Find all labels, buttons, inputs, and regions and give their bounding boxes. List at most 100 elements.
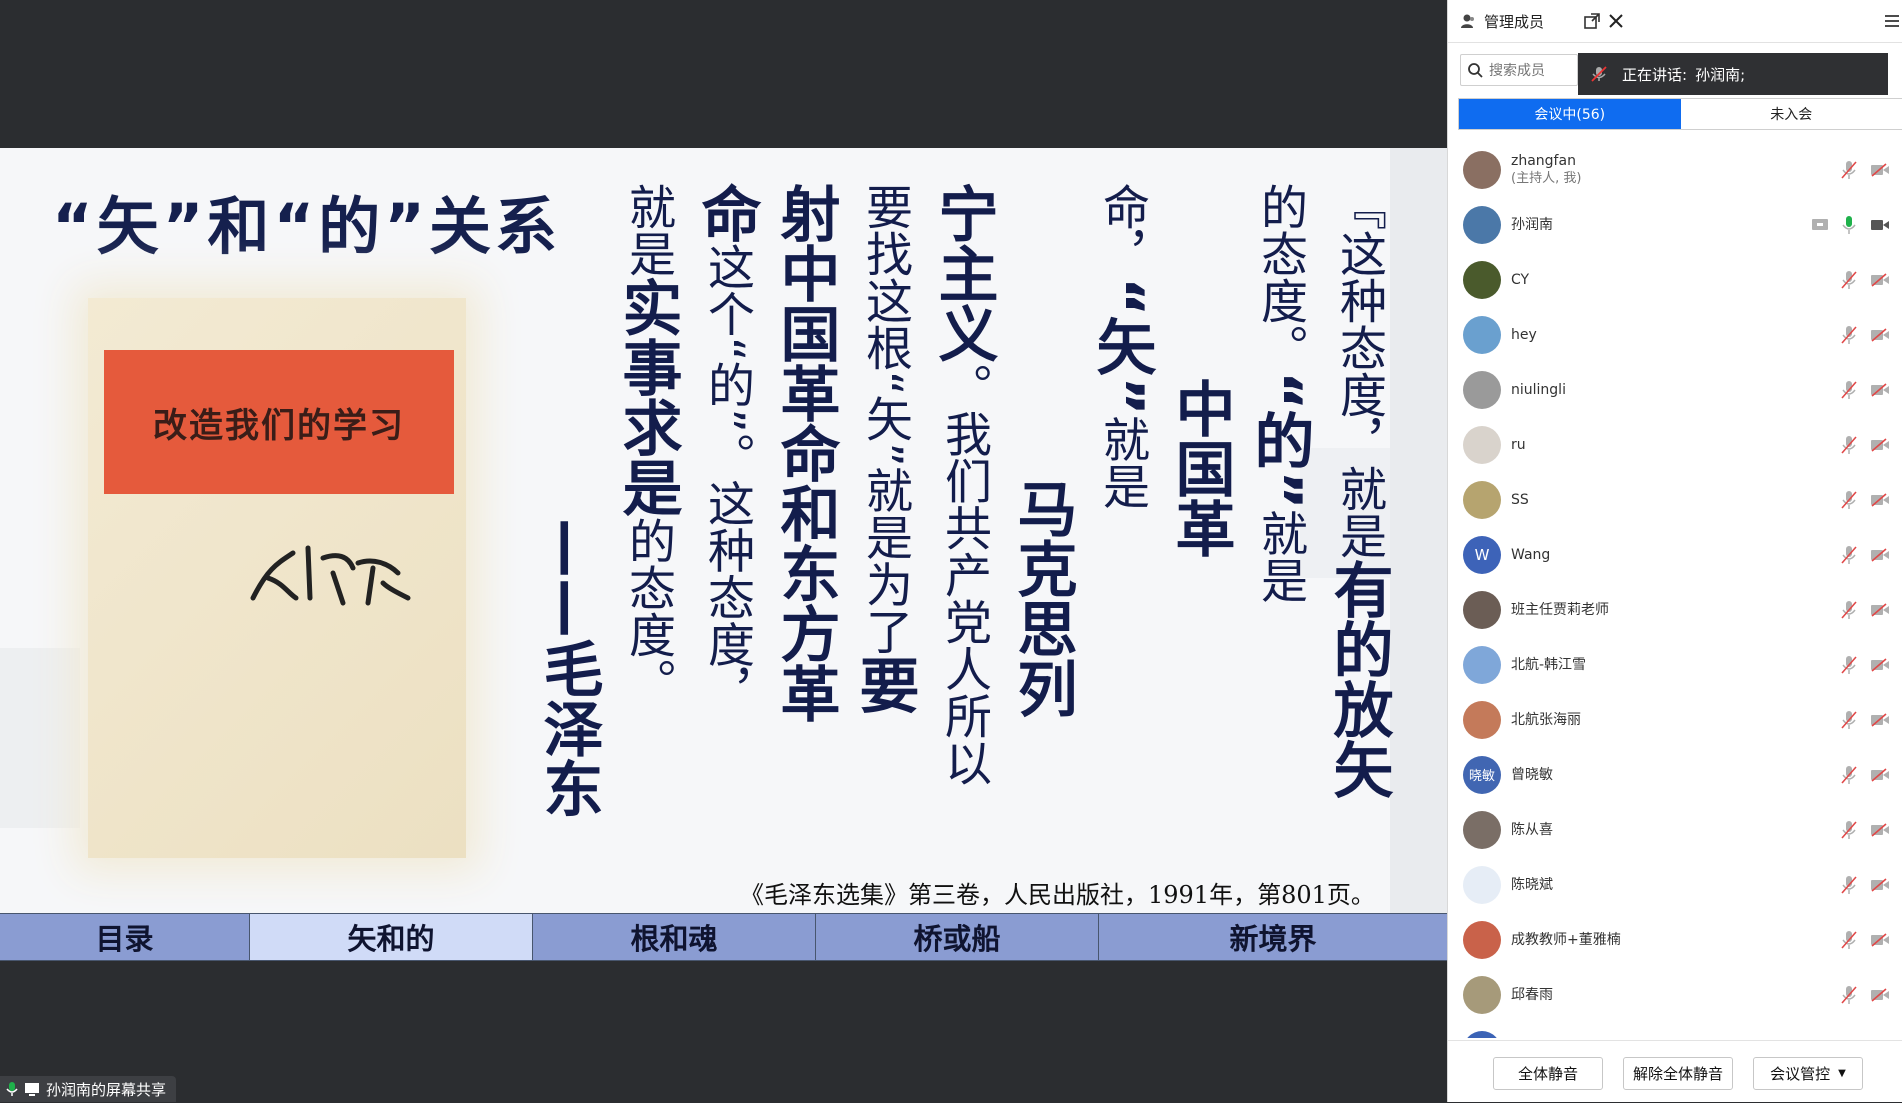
- mic-muted-icon[interactable]: [1841, 747, 1857, 802]
- mic-muted-icon[interactable]: [1841, 307, 1857, 362]
- nav-tab-new-realm[interactable]: 新境界: [1099, 914, 1447, 960]
- panel-header: 管理成员: [1448, 0, 1902, 43]
- camera-off-icon[interactable]: [1870, 912, 1890, 967]
- quote-column: 的态度。“的”就是: [1251, 183, 1307, 604]
- participant-row[interactable]: 北航张海丽: [1448, 692, 1902, 747]
- camera-off-icon[interactable]: [1870, 582, 1890, 637]
- participant-row[interactable]: CY: [1448, 252, 1902, 307]
- mic-muted-icon[interactable]: [1841, 857, 1857, 912]
- camera-off-icon[interactable]: [1870, 857, 1890, 912]
- mic-muted-icon[interactable]: [1841, 142, 1857, 197]
- avatar: W: [1463, 536, 1501, 574]
- mute-all-button[interactable]: 全体静音: [1493, 1057, 1603, 1090]
- participant-row[interactable]: 陈从喜: [1448, 802, 1902, 857]
- menu-icon[interactable]: [1884, 13, 1900, 29]
- camera-off-icon[interactable]: [1870, 252, 1890, 307]
- participant-name: 成教教师+董雅楠: [1511, 932, 1621, 948]
- camera-off-icon[interactable]: [1870, 362, 1890, 417]
- mic-muted-icon[interactable]: [1841, 417, 1857, 472]
- nav-tab-arrow-target[interactable]: 矢和的: [250, 914, 533, 960]
- participant-name: Wang: [1511, 547, 1550, 563]
- camera-icon[interactable]: [1870, 197, 1890, 252]
- camera-off-icon[interactable]: [1870, 637, 1890, 692]
- nav-tab-root-soul[interactable]: 根和魂: [533, 914, 816, 960]
- participant-name: 曾晓敏: [1511, 767, 1553, 783]
- participant-name-block: 成教教师+董雅楠: [1511, 931, 1621, 949]
- avatar-initial: W: [1475, 546, 1490, 564]
- participant-row[interactable]: hey: [1448, 307, 1902, 362]
- participant-row[interactable]: 晓敏曾晓敏: [1448, 747, 1902, 802]
- signature-image: [238, 528, 418, 618]
- nav-tab-bridge-boat[interactable]: 桥或船: [816, 914, 1099, 960]
- nav-tab-contents[interactable]: 目录: [0, 914, 250, 960]
- search-box[interactable]: [1460, 54, 1578, 86]
- avatar: [1463, 151, 1501, 189]
- mic-muted-icon[interactable]: [1841, 527, 1857, 582]
- participant-row[interactable]: zhangfan(主持人, 我): [1448, 142, 1902, 197]
- participant-row[interactable]: 陈晓斌: [1448, 857, 1902, 912]
- avatar: [1463, 591, 1501, 629]
- search-input[interactable]: [1489, 62, 1569, 78]
- avatar: [1463, 316, 1501, 354]
- participant-row[interactable]: 北航-韩江雪: [1448, 637, 1902, 692]
- screen-share-status[interactable]: 孙润南的屏幕共享: [0, 1076, 176, 1102]
- panel-footer: 全体静音 解除全体静音 会议管控▼: [1448, 1040, 1902, 1103]
- avatar: [1463, 811, 1501, 849]
- meeting-control-button[interactable]: 会议管控▼: [1753, 1057, 1863, 1090]
- mic-muted-icon[interactable]: [1841, 582, 1857, 637]
- quote-text: 就是: [1094, 416, 1149, 510]
- search-icon: [1467, 62, 1483, 78]
- participant-row[interactable]: W Wang: [1448, 527, 1902, 582]
- participant-name-block: niulingli: [1511, 381, 1566, 399]
- participant-row[interactable]: SS: [1448, 472, 1902, 527]
- mic-muted-icon[interactable]: [1841, 362, 1857, 417]
- quote-column: 宁主义。我们共产党人所以: [935, 183, 991, 786]
- popout-icon[interactable]: [1584, 13, 1600, 29]
- participant-name-block: 班主任贾莉老师: [1511, 601, 1609, 619]
- mic-muted-icon[interactable]: [1841, 252, 1857, 307]
- quote-text: 『这种态度，就是: [1331, 183, 1386, 559]
- participant-name-block: 陈从喜: [1511, 821, 1553, 839]
- participant-name: zhangfan: [1511, 153, 1576, 169]
- participant-row[interactable]: [1448, 1022, 1902, 1038]
- camera-off-icon[interactable]: [1870, 747, 1890, 802]
- camera-off-icon[interactable]: [1870, 967, 1890, 1022]
- mic-muted-icon[interactable]: [1841, 637, 1857, 692]
- participant-name-block: Wang: [1511, 546, 1550, 564]
- tab-in-meeting[interactable]: 会议中(56): [1459, 99, 1681, 129]
- unmute-all-button[interactable]: 解除全体静音: [1623, 1057, 1733, 1090]
- participant-name-block: 北航张海丽: [1511, 711, 1581, 729]
- participant-tabs: 会议中(56) 未入会: [1458, 98, 1902, 130]
- mic-muted-icon[interactable]: [1841, 692, 1857, 747]
- mic-muted-icon[interactable]: [1841, 802, 1857, 857]
- camera-off-icon[interactable]: [1870, 142, 1890, 197]
- participant-row[interactable]: 邱春雨: [1448, 967, 1902, 1022]
- participant-row[interactable]: 班主任贾莉老师: [1448, 582, 1902, 637]
- quote-column: ——毛泽东: [540, 518, 596, 818]
- mic-muted-icon[interactable]: [1841, 912, 1857, 967]
- camera-off-icon[interactable]: [1870, 692, 1890, 747]
- quote-text: 的态度。: [620, 517, 675, 705]
- participant-row[interactable]: ru: [1448, 417, 1902, 472]
- participant-row[interactable]: 孙润南: [1448, 197, 1902, 252]
- mic-on-icon[interactable]: [1841, 197, 1857, 252]
- mic-muted-icon[interactable]: [1841, 472, 1857, 527]
- participant-row[interactable]: niulingli: [1448, 362, 1902, 417]
- camera-off-icon[interactable]: [1870, 1022, 1890, 1038]
- mic-muted-icon[interactable]: [1841, 967, 1857, 1022]
- camera-off-icon[interactable]: [1870, 472, 1890, 527]
- camera-off-icon[interactable]: [1870, 527, 1890, 582]
- quote-column: 马克思列: [1014, 478, 1070, 718]
- camera-off-icon[interactable]: [1870, 802, 1890, 857]
- participant-row[interactable]: 成教教师+董雅楠: [1448, 912, 1902, 967]
- close-icon[interactable]: [1608, 13, 1624, 29]
- tab-not-joined[interactable]: 未入会: [1681, 99, 1902, 129]
- book-label: 改造我们的学习: [104, 350, 454, 494]
- camera-off-icon[interactable]: [1870, 417, 1890, 472]
- citation: 《毛泽东选集》第三卷，人民出版社，1991年，第801页。: [740, 875, 1375, 910]
- participant-name-block: CY: [1511, 271, 1529, 289]
- participant-name-block: ru: [1511, 436, 1526, 454]
- camera-off-icon[interactable]: [1870, 307, 1890, 362]
- mic-muted-icon[interactable]: [1841, 1022, 1857, 1038]
- avatar: [1463, 481, 1501, 519]
